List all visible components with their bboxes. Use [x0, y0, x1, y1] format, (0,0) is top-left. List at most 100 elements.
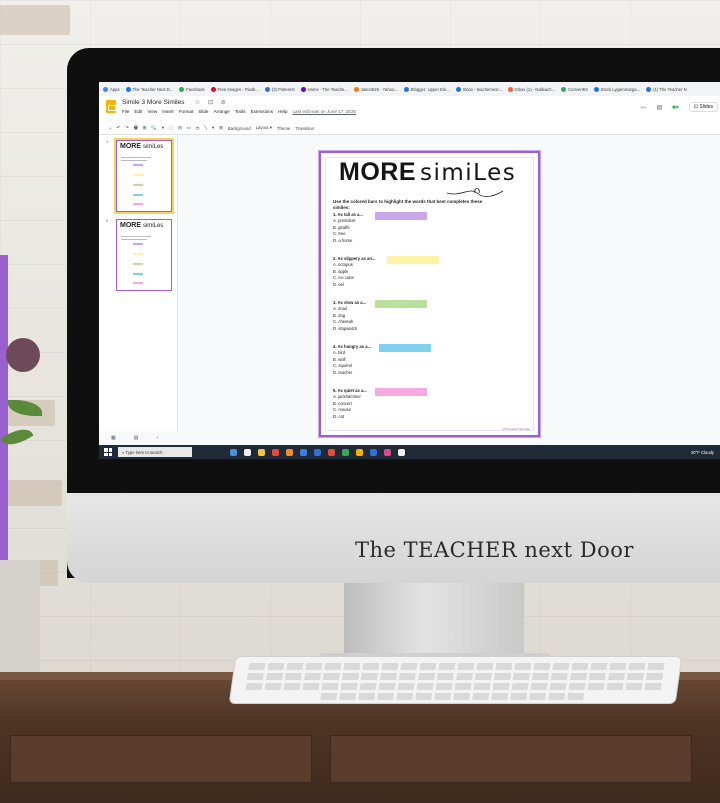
- taskbar-app-icon[interactable]: [356, 448, 363, 456]
- bookmark-item[interactable]: ConvertKit: [561, 86, 588, 92]
- answer-option[interactable]: D. eel: [333, 282, 375, 288]
- toolbar-item[interactable]: ↶: [117, 125, 121, 131]
- simile-question[interactable]: 4. As hungry as a... A. bird B. wolf C. squ…: [333, 344, 371, 376]
- slide-title[interactable]: MORE simiLes: [339, 158, 516, 187]
- bookmark-item[interactable]: Free Images - Pixab...: [210, 86, 259, 92]
- taskbar-app-icon[interactable]: [342, 448, 349, 456]
- answer-option[interactable]: D. stopwatch: [333, 326, 366, 332]
- highlight-color-bar[interactable]: [379, 344, 431, 352]
- highlight-color-bar[interactable]: [375, 388, 427, 396]
- toolbar-item[interactable]: ▭: [187, 125, 191, 131]
- bookmark-item[interactable]: Blogger: Upper Ele...: [403, 86, 450, 92]
- taskbar-app-icon[interactable]: [230, 448, 237, 456]
- highlight-color-bar[interactable]: [375, 300, 427, 308]
- document-title[interactable]: Simile 3 More Similes: [122, 99, 185, 106]
- menu-file[interactable]: File: [122, 109, 129, 114]
- menu-slide[interactable]: Slide: [198, 109, 208, 114]
- toolbar-item[interactable]: ▾: [212, 125, 214, 131]
- side-panel: [638, 135, 720, 445]
- taskbar-app-icon[interactable]: [286, 448, 293, 456]
- simile-question[interactable]: 1. As tall as a... A. president B. giraffe…: [333, 212, 363, 244]
- toolbar-item[interactable]: +: [109, 126, 112, 131]
- taskbar-app-icon[interactable]: [300, 448, 307, 456]
- bookmark-item[interactable]: Home - The Teache...: [300, 86, 348, 92]
- meet-icon[interactable]: ■▾: [672, 104, 679, 111]
- slide-filmstrip: 1 MORE simiLes 2 MORE simiLes: [99, 135, 178, 431]
- grid-view-icon[interactable]: ▦: [111, 435, 116, 441]
- bookmark-label: Home - The Teache...: [307, 86, 348, 92]
- slideshow-button[interactable]: ⊡ Slides: [688, 102, 718, 112]
- collapse-panel-icon[interactable]: ‹: [156, 435, 158, 441]
- comments-icon[interactable]: ▤: [656, 104, 662, 111]
- bookmark-item[interactable]: (3) Pinterest: [264, 86, 295, 92]
- slide-editor[interactable]: MORE simiLes Use the colored bars to high…: [319, 151, 540, 437]
- star-move-status-icons[interactable]: ☆ ⊡ ⊘: [195, 99, 229, 106]
- toolbar-item[interactable]: ↷: [125, 125, 129, 131]
- taskbar-app-icon[interactable]: [370, 448, 377, 456]
- menu-view[interactable]: View: [147, 109, 157, 114]
- toolbar-item[interactable]: ╲: [204, 125, 207, 131]
- bookmark-item[interactable]: Stock Lygammarga...: [593, 86, 640, 92]
- toolbar-item[interactable]: 🖶: [134, 124, 138, 132]
- simile-question[interactable]: 2. As slippery as an... A. octopus B. appl…: [333, 256, 375, 288]
- toolbar-item[interactable]: ⊟: [178, 125, 182, 131]
- slide-canvas: MORE simiLes Use the colored bars to high…: [178, 135, 720, 445]
- windows-start-icon[interactable]: [104, 448, 112, 456]
- bookmark-item[interactable]: Jason625 - Yahoo...: [353, 86, 398, 92]
- bookmark-item[interactable]: Inbox - teachernext...: [455, 86, 502, 92]
- bookmark-item[interactable]: (1) The Teacher N: [646, 86, 687, 92]
- bookmark-favicon-icon: [264, 86, 270, 92]
- simile-question[interactable]: 3. As slow as a... A. snail B. dog C. cheet…: [333, 300, 366, 332]
- slide-thumbnail-2[interactable]: MORE simiLes: [116, 219, 172, 291]
- menu-arrange[interactable]: Arrange: [213, 109, 229, 114]
- menu-help[interactable]: Help: [278, 109, 287, 114]
- taskbar-app-icon[interactable]: [328, 448, 335, 456]
- simile-question[interactable]: 5. As quiet as a... A. jackhammer B. conce…: [333, 388, 367, 420]
- toolbar-item[interactable]: Layout ▾: [256, 125, 272, 131]
- taskbar-app-icon[interactable]: [398, 448, 405, 456]
- highlight-color-bar[interactable]: [375, 212, 427, 220]
- answer-option[interactable]: D. a horse: [333, 238, 363, 244]
- bookmark-item[interactable]: Inbox (1) - Nalleach...: [508, 86, 555, 92]
- filmstrip-view-icon[interactable]: ▤: [134, 435, 139, 441]
- toolbar-item[interactable]: ⊞: [219, 125, 223, 131]
- menu-extensions[interactable]: Extensions: [251, 109, 273, 114]
- taskbar-app-icon[interactable]: [258, 448, 265, 456]
- last-edit-link[interactable]: Last edit was on June 17, 2020: [293, 109, 357, 114]
- activity-icon[interactable]: 〰: [640, 103, 646, 112]
- thumbnail-text-line: [121, 239, 147, 240]
- answer-option[interactable]: D. teacher: [333, 370, 371, 376]
- toolbar-item[interactable]: ⬭: [196, 126, 200, 131]
- weather-widget[interactable]: 30°F Cloudy: [691, 450, 714, 455]
- bookmark-label: (3) Pinterest: [271, 86, 295, 92]
- taskbar-app-icon[interactable]: [314, 448, 321, 456]
- toolbar-item[interactable]: ▾: [162, 125, 164, 131]
- bookmark-item[interactable]: Facebook: [179, 86, 205, 92]
- filmstrip-view-controls: ▦ ▤ ‹: [99, 431, 189, 445]
- toolbar-item[interactable]: Transition: [295, 126, 314, 131]
- bookmark-label: Blogger: Upper Ele...: [410, 86, 450, 92]
- toolbar-item[interactable]: ⊞: [143, 125, 147, 131]
- slide-copyright: ©The Teacher Next Door: [502, 428, 530, 431]
- taskbar-app-icon[interactable]: [244, 448, 251, 456]
- menu-edit[interactable]: Edit: [134, 109, 142, 114]
- desk-drawer: [10, 735, 312, 783]
- toolbar-item[interactable]: 🔍: [151, 125, 156, 131]
- taskbar-app-icon[interactable]: [272, 448, 279, 456]
- desk-drawer: [330, 735, 692, 783]
- taskbar-app-icon[interactable]: [384, 448, 391, 456]
- highlight-color-bar[interactable]: [387, 256, 439, 264]
- menu-insert[interactable]: Insert: [162, 109, 174, 114]
- toolbar-item[interactable]: Theme: [277, 126, 290, 131]
- toolbar-item[interactable]: Background: [228, 126, 251, 131]
- slide-instructions[interactable]: Use the colored bars to highlight the wo…: [333, 199, 493, 211]
- slide-thumbnail-1[interactable]: MORE simiLes: [114, 138, 174, 214]
- menu-format[interactable]: Format: [179, 109, 194, 114]
- google-slides-logo-icon[interactable]: [106, 100, 116, 113]
- bookmark-item[interactable]: The Teacher Next D...: [125, 86, 173, 92]
- answer-option[interactable]: D. cat: [333, 414, 367, 420]
- taskbar-search-input[interactable]: ⌕ Type here to search: [118, 447, 192, 457]
- toolbar-item[interactable]: ⬚: [169, 125, 173, 131]
- bookmark-item[interactable]: Apps: [103, 86, 120, 92]
- menu-tools[interactable]: Tools: [235, 109, 246, 114]
